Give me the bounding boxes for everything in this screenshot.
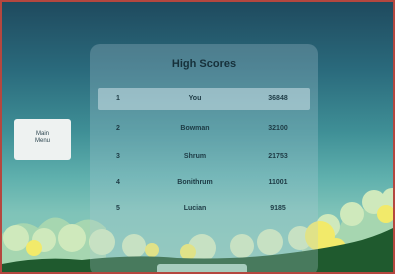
main-menu-button-label-line2: Menu xyxy=(34,138,50,144)
score-rank: 2 xyxy=(116,125,120,132)
score-value: 11001 xyxy=(268,179,288,186)
score-value: 32100 xyxy=(268,125,288,132)
score-row: 3 Shrum 21753 xyxy=(98,146,310,168)
score-name: Bowman xyxy=(180,125,210,132)
score-row: 4 Bonithrum 11001 xyxy=(98,172,310,194)
main-menu-button-label-line1: Main xyxy=(35,131,49,137)
score-value: 36848 xyxy=(268,95,288,102)
high-scores-panel: High Scores 1 You 36848 2 Bowman 32100 3… xyxy=(90,44,318,272)
score-row: 5 Lucian 9185 xyxy=(98,198,310,220)
score-rank: 4 xyxy=(116,179,120,186)
score-name: Bonithrum xyxy=(177,179,213,186)
score-row: 1 You 36848 xyxy=(98,88,310,110)
main-menu-button[interactable]: Main Menu xyxy=(14,119,71,160)
score-value: 9185 xyxy=(270,205,286,212)
score-rank: 1 xyxy=(116,95,120,102)
score-name: You xyxy=(188,95,202,102)
panel-title: High Scores xyxy=(171,58,237,70)
score-name: Lucian xyxy=(183,205,207,212)
score-rank: 5 xyxy=(116,205,120,212)
score-rank: 3 xyxy=(116,153,120,160)
game-screen: High Scores 1 You 36848 2 Bowman 32100 3… xyxy=(0,0,395,274)
score-name: Shrum xyxy=(183,153,207,160)
score-value: 21753 xyxy=(268,153,288,160)
score-row: 2 Bowman 32100 xyxy=(98,118,310,140)
bottom-tab-button[interactable] xyxy=(157,264,247,272)
